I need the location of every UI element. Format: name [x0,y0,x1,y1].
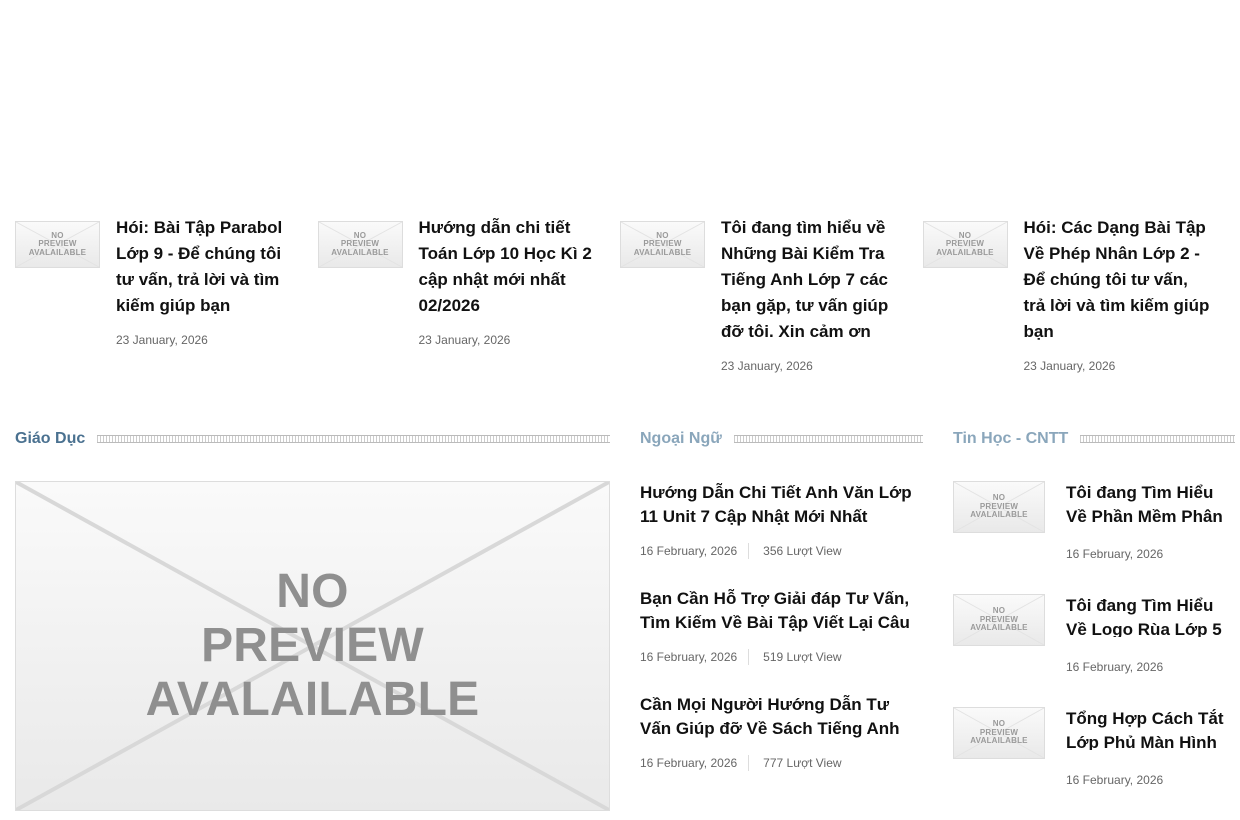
meta-divider [748,755,750,771]
article-title[interactable]: Hói: Bài Tập Parabol Lớp 9 - Để chúng tô… [116,215,296,319]
article-thumbnail[interactable]: NO PREVIEW AVALAILABLE [953,481,1045,533]
no-preview-placeholder: NO PREVIEW AVALAILABLE [633,230,692,257]
article-date: 16 February, 2026 [640,756,738,770]
tin-hoc-article-list: NO PREVIEW AVALAILABLE Tôi đang Tìm Hiểu V… [953,481,1235,820]
section-title[interactable]: Ngoại Ngữ [640,430,722,448]
section-title[interactable]: Tin Học - CNTT [953,430,1068,448]
article-views: 356 Lượt View [763,544,842,558]
section-divider [1080,435,1235,443]
no-preview-placeholder: NO PREVIEW AVALAILABLE [970,493,1028,520]
top-article[interactable]: NO PREVIEW AVALAILABLE Hói: Bài Tập Parabo… [15,215,318,373]
no-preview-placeholder: NO PREVIEW AVALAILABLE [145,565,480,726]
article-thumbnail[interactable]: NO PREVIEW AVALAILABLE [15,221,100,268]
article-date: 16 February, 2026 [1066,773,1164,787]
article-thumbnail[interactable]: NO PREVIEW AVALAILABLE [922,221,1008,268]
article-views: 777 Lượt View [763,756,842,770]
article-title[interactable]: Tổng Hợp Cách Tắt Lớp Phủ Màn Hình [1066,707,1235,750]
list-item[interactable]: Cần Mọi Người Hướng Dẫn Tư Vấn Giúp đỡ V… [640,693,923,799]
no-preview-placeholder: NO PREVIEW AVALAILABLE [331,230,389,257]
top-article[interactable]: NO PREVIEW AVALAILABLE Hướng dẫn chi tiết … [317,215,621,373]
list-item[interactable]: NO PREVIEW AVALAILABLE Tôi đang Tìm Hiểu V… [953,481,1235,594]
no-preview-placeholder: NO PREVIEW AVALAILABLE [28,230,87,257]
article-date: 16 February, 2026 [640,650,738,664]
ngoai-ngu-article-list: Hướng Dẫn Chi Tiết Anh Văn Lớp 11 Unit 7… [640,481,923,799]
list-item[interactable]: NO PREVIEW AVALAILABLE Tổng Hợp Cách Tắt L… [953,707,1235,820]
list-item[interactable]: Bạn Cần Hỗ Trợ Giải đáp Tư Vấn, Tìm Kiếm… [640,587,923,693]
no-preview-placeholder: NO PREVIEW AVALAILABLE [970,606,1028,633]
article-date: 16 February, 2026 [1066,547,1164,561]
article-title[interactable]: Tôi đang Tìm Hiểu Về Logo Rùa Lớp 5 [1066,594,1235,637]
article-thumbnail[interactable]: NO PREVIEW AVALAILABLE [953,707,1045,759]
meta-divider [748,649,750,665]
meta-divider [748,543,750,559]
article-date: 23 January, 2026 [116,333,208,347]
article-title[interactable]: Bạn Cần Hỗ Trợ Giải đáp Tư Vấn, Tìm Kiếm… [640,587,923,635]
section-header-tin-hoc: Tin Học - CNTT [953,426,1235,452]
top-articles-row: NO PREVIEW AVALAILABLE Hói: Bài Tập Parabo… [15,215,1225,373]
article-title[interactable]: Hướng dẫn chi tiết Toán Lớp 10 Học Kì 2 … [419,215,599,319]
top-article[interactable]: NO PREVIEW AVALAILABLE Hói: Các Dạng Bài T… [922,215,1226,373]
featured-article-thumbnail[interactable]: NO PREVIEW AVALAILABLE [15,481,610,811]
section-divider [733,435,923,443]
article-title[interactable]: Cần Mọi Người Hướng Dẫn Tư Vấn Giúp đỡ V… [640,693,923,741]
article-title[interactable]: Hói: Các Dạng Bài Tập Về Phép Nhân Lớp 2… [1024,215,1212,345]
article-thumbnail[interactable]: NO PREVIEW AVALAILABLE [620,221,705,268]
article-title[interactable]: Tôi đang Tìm Hiểu Về Phần Mềm Phân [1066,481,1235,524]
no-preview-placeholder: NO PREVIEW AVALAILABLE [936,230,994,257]
article-title[interactable]: Tôi đang tìm hiểu về Những Bài Kiểm Tra … [721,215,911,345]
article-date: 16 February, 2026 [1066,660,1164,674]
article-date: 23 January, 2026 [418,333,511,347]
article-date: 23 January, 2026 [721,359,813,373]
article-thumbnail[interactable]: NO PREVIEW AVALAILABLE [953,594,1045,646]
article-thumbnail[interactable]: NO PREVIEW AVALAILABLE [317,221,403,268]
list-item[interactable]: Hướng Dẫn Chi Tiết Anh Văn Lớp 11 Unit 7… [640,481,923,587]
article-title[interactable]: Hướng Dẫn Chi Tiết Anh Văn Lớp 11 Unit 7… [640,481,923,529]
top-article[interactable]: NO PREVIEW AVALAILABLE Tôi đang tìm hiểu v… [620,215,923,373]
section-title[interactable]: Giáo Dục [15,430,85,448]
list-item[interactable]: NO PREVIEW AVALAILABLE Tôi đang Tìm Hiểu V… [953,594,1235,707]
article-date: 16 February, 2026 [640,544,738,558]
article-views: 519 Lượt View [763,650,842,664]
section-header-ngoai-ngu: Ngoại Ngữ [640,426,923,452]
article-date: 23 January, 2026 [1023,359,1116,373]
section-header-giao-duc: Giáo Dục [15,426,610,452]
no-preview-placeholder: NO PREVIEW AVALAILABLE [970,719,1028,746]
section-divider [97,435,610,443]
